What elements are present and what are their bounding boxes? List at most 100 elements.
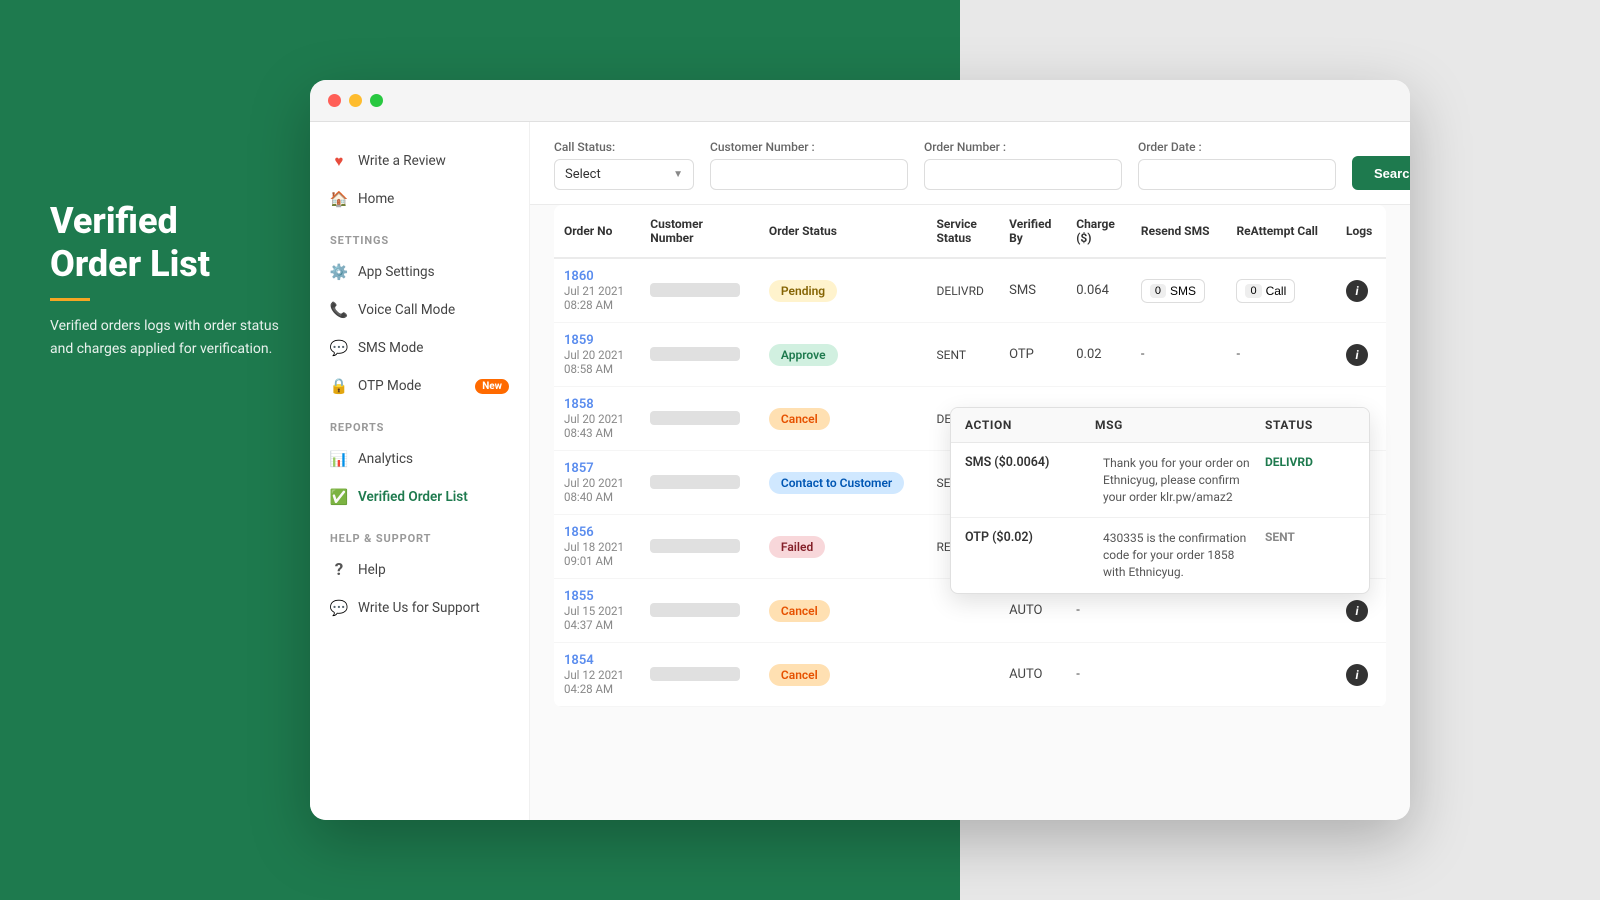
popup-msg-header: MSG — [1095, 418, 1265, 432]
lock-icon: 🔒 — [330, 377, 348, 395]
popup-sms-msg: Thank you for your order on Ethnicyug, p… — [1103, 455, 1257, 505]
cell-charge: - — [1066, 643, 1131, 707]
gear-icon: ⚙️ — [330, 263, 348, 281]
call-status-value: Select — [565, 167, 601, 182]
info-button[interactable]: i — [1346, 664, 1368, 686]
sidebar-item-home[interactable]: 🏠 Home — [310, 180, 529, 218]
window-body: ♥ Write a Review 🏠 Home SETTINGS ⚙️ App … — [310, 122, 1410, 820]
th-order-no: Order No — [554, 205, 640, 258]
cell-order-id: 1858 Jul 20 202108:43 AM — [554, 387, 640, 451]
sidebar-label-verified-order: Verified Order List — [358, 489, 468, 505]
cell-resend-sms: - — [1131, 323, 1227, 387]
cell-order-status: Failed — [759, 515, 927, 579]
popup-status-header: STATUS — [1265, 418, 1355, 432]
order-number-group: Order Number : — [924, 140, 1122, 190]
sidebar: ♥ Write a Review 🏠 Home SETTINGS ⚙️ App … — [310, 122, 530, 820]
sidebar-item-otp-mode[interactable]: 🔒 OTP Mode New — [310, 367, 529, 405]
sidebar-item-verified-order-list[interactable]: ✅ Verified Order List — [310, 478, 529, 516]
question-icon: ? — [330, 561, 348, 579]
cell-verified-by: OTP — [999, 323, 1066, 387]
order-date-label: Order Date : — [1138, 140, 1336, 154]
th-order-status: Order Status — [759, 205, 927, 258]
cell-service-status: DELIVRD — [927, 258, 1000, 323]
reports-section-label: REPORTS — [310, 405, 529, 440]
popup-row-sms: SMS ($0.0064) Thank you for your order o… — [951, 443, 1369, 518]
cell-charge: 0.02 — [1066, 323, 1131, 387]
sidebar-label-home: Home — [358, 191, 394, 207]
sidebar-item-analytics[interactable]: 📊 Analytics — [310, 440, 529, 478]
cell-order-status: Cancel — [759, 579, 927, 643]
info-button[interactable]: i — [1346, 600, 1368, 622]
table-container: Order No CustomerNumber Order Status Ser… — [530, 205, 1410, 820]
table-row: 1854 Jul 12 202104:28 AM Cancel AUTO - i — [554, 643, 1386, 707]
cell-verified-by: SMS — [999, 258, 1066, 323]
cell-charge: 0.064 — [1066, 258, 1131, 323]
table-row: 1860 Jul 21 202108:28 AM Pending DELIVRD… — [554, 258, 1386, 323]
cell-order-id: 1855 Jul 15 202104:37 AM — [554, 579, 640, 643]
customer-number-label: Customer Number : — [710, 140, 908, 154]
sidebar-item-sms-mode[interactable]: 💬 SMS Mode — [310, 329, 529, 367]
cell-resend-sms — [1131, 643, 1227, 707]
verified-icon: ✅ — [330, 488, 348, 506]
table-row: 1859 Jul 20 202108:58 AM Approve SENT OT… — [554, 323, 1386, 387]
table-header-row: Order No CustomerNumber Order Status Ser… — [554, 205, 1386, 258]
customer-number-input[interactable] — [710, 159, 908, 190]
sidebar-item-write-support[interactable]: 💬 Write Us for Support — [310, 589, 529, 627]
cell-customer-number — [640, 579, 759, 643]
th-reattempt-call: ReAttempt Call — [1226, 205, 1336, 258]
cell-order-id: 1856 Jul 18 202109:01 AM — [554, 515, 640, 579]
hero-description: Verified orders logs with order status a… — [50, 315, 280, 360]
call-status-group: Call Status: Select ▼ — [554, 140, 694, 190]
cell-order-id: 1857 Jul 20 202108:40 AM — [554, 451, 640, 515]
cell-resend-sms: 0 SMS — [1131, 258, 1227, 323]
titlebar — [310, 80, 1410, 122]
th-customer-number: CustomerNumber — [640, 205, 759, 258]
resend-sms-button[interactable]: 0 SMS — [1141, 279, 1205, 303]
order-date-input[interactable] — [1138, 159, 1336, 190]
sidebar-label-write-support: Write Us for Support — [358, 600, 480, 616]
hero-section: Verified Order List Verified orders logs… — [50, 200, 280, 360]
popup-overlay: ACTION MSG STATUS SMS ($0.0064) Thank yo… — [950, 407, 1370, 594]
dot-green[interactable] — [370, 94, 383, 107]
order-number-input[interactable] — [924, 159, 1122, 190]
popup-sms-status: DELIVRD — [1265, 455, 1355, 505]
info-button[interactable]: i — [1346, 280, 1368, 302]
call-status-select[interactable]: Select ▼ — [554, 159, 694, 190]
order-number-label: Order Number : — [924, 140, 1122, 154]
info-button[interactable]: i — [1346, 344, 1368, 366]
heart-icon: ♥ — [330, 152, 348, 170]
popup-action-header: ACTION — [965, 418, 1095, 432]
sidebar-item-write-review[interactable]: ♥ Write a Review — [310, 142, 529, 180]
search-button[interactable]: Search — [1352, 156, 1410, 190]
cell-customer-number — [640, 323, 759, 387]
sidebar-label-app-settings: App Settings — [358, 264, 435, 280]
dot-red[interactable] — [328, 94, 341, 107]
cell-reattempt-call: 0 Call — [1226, 258, 1336, 323]
customer-number-group: Customer Number : — [710, 140, 908, 190]
sidebar-item-app-settings[interactable]: ⚙️ App Settings — [310, 253, 529, 291]
cell-verified-by: AUTO — [999, 643, 1066, 707]
cell-logs: i — [1336, 258, 1386, 323]
popup-otp-status: SENT — [1265, 530, 1355, 580]
popup-otp-action: OTP ($0.02) — [965, 530, 1095, 580]
cell-order-id: 1854 Jul 12 202104:28 AM — [554, 643, 640, 707]
settings-section-label: SETTINGS — [310, 218, 529, 253]
sidebar-item-voice-call[interactable]: 📞 Voice Call Mode — [310, 291, 529, 329]
cell-order-id: 1859 Jul 20 202108:58 AM — [554, 323, 640, 387]
th-logs: Logs — [1336, 205, 1386, 258]
cell-logs: i — [1336, 643, 1386, 707]
th-charge: Charge($) — [1066, 205, 1131, 258]
reattempt-call-button[interactable]: 0 Call — [1236, 279, 1295, 303]
chevron-down-icon: ▼ — [673, 169, 683, 180]
dot-yellow[interactable] — [349, 94, 362, 107]
sidebar-item-help[interactable]: ? Help — [310, 551, 529, 589]
th-verified-by: VerifiedBy — [999, 205, 1066, 258]
home-icon: 🏠 — [330, 190, 348, 208]
cell-order-status: Approve — [759, 323, 927, 387]
cell-customer-number — [640, 515, 759, 579]
main-content: Call Status: Select ▼ Customer Number : … — [530, 122, 1410, 820]
cell-order-status: Pending — [759, 258, 927, 323]
sms-icon: 💬 — [330, 339, 348, 357]
hero-title-line1: Verified — [50, 200, 178, 242]
sidebar-label-voice-call: Voice Call Mode — [358, 302, 455, 318]
